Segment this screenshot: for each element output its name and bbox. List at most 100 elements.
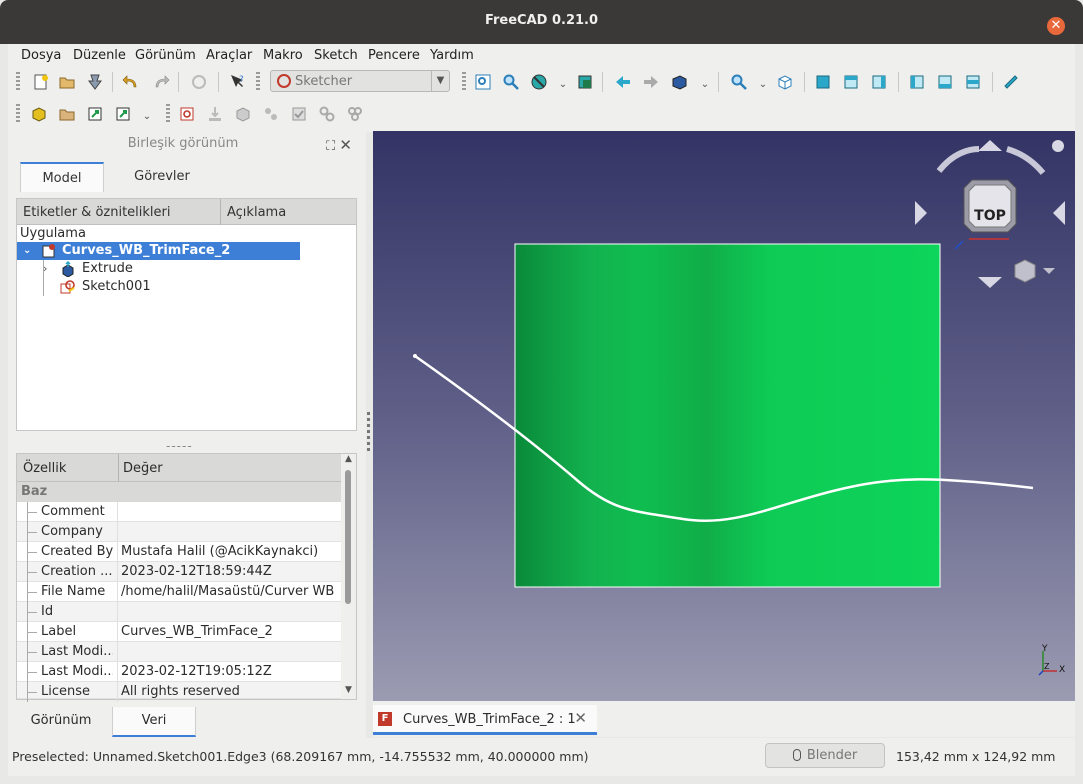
validate-sketch-icon[interactable] — [290, 105, 308, 123]
tree-item-sketch[interactable]: Sketch001 — [17, 278, 317, 296]
toolbar-grip[interactable] — [16, 72, 20, 92]
menu-dot-icon[interactable] — [1052, 140, 1064, 152]
property-row[interactable]: Company — [17, 522, 341, 542]
navigation-style-button[interactable]: Blender — [765, 743, 885, 768]
rotate-right-icon[interactable] — [1006, 146, 1046, 175]
property-col-value[interactable]: Değer — [123, 461, 163, 476]
tab-tasks[interactable]: Görevler — [108, 162, 216, 192]
tree-item-extrude[interactable]: › Extrude — [17, 260, 317, 278]
close-icon[interactable]: ✕ — [1047, 17, 1065, 35]
float-panel-icon[interactable]: ⛶ — [326, 139, 335, 154]
merge-sketch-icon[interactable] — [318, 105, 336, 123]
scroll-up-icon[interactable]: ▲ — [341, 454, 356, 468]
arrow-down-icon[interactable] — [978, 277, 1002, 288]
property-row[interactable]: Creation ... 2023-02-12T18:59:44Z — [17, 562, 341, 582]
menu-duzenle[interactable]: Düzenle — [73, 48, 126, 63]
menu-yardim[interactable]: Yardım — [430, 48, 474, 63]
panel-splitter[interactable]: ----- — [166, 439, 193, 453]
toolbar-grip[interactable] — [462, 72, 466, 92]
view-rear-icon[interactable] — [908, 73, 926, 91]
open-folder-icon[interactable] — [58, 73, 76, 91]
property-row[interactable]: Comment — [17, 502, 341, 522]
arrow-right-icon[interactable] — [642, 73, 660, 91]
zoom-icon[interactable] — [730, 73, 748, 91]
document-tab[interactable]: F Curves_WB_TrimFace_2 : 1 ✕ — [373, 705, 597, 735]
tree-col-description[interactable]: Açıklama — [227, 205, 286, 220]
property-row[interactable]: Id — [17, 602, 341, 622]
refresh-icon[interactable] — [190, 73, 208, 91]
menu-araclar[interactable]: Araçlar — [206, 48, 252, 63]
new-document-icon[interactable] — [32, 73, 50, 91]
close-tab-icon[interactable]: ✕ — [574, 709, 587, 727]
toolbar-grip[interactable] — [16, 104, 20, 124]
tree-item-document[interactable]: ⌄ Curves_WB_TrimFace_2 — [17, 242, 300, 260]
scrollbar-thumb[interactable] — [345, 470, 351, 604]
chevron-down-icon[interactable]: ⌄ — [138, 108, 156, 126]
mirror-sketch-icon[interactable] — [346, 105, 364, 123]
property-row[interactable]: Created By Mustafa Halil (@AcikKaynakci) — [17, 542, 341, 562]
arrow-left-icon[interactable] — [915, 201, 927, 225]
3d-scene[interactable]: TOP Y X Z — [373, 131, 1075, 701]
arrow-right-icon[interactable] — [1053, 201, 1065, 225]
menu-gorunum[interactable]: Görünüm — [135, 48, 196, 63]
3d-viewport[interactable]: TOP Y X Z — [373, 131, 1075, 701]
bounding-box-icon[interactable] — [576, 73, 594, 91]
edit-sketch-icon[interactable] — [206, 105, 224, 123]
menu-pencere[interactable]: Pencere — [368, 48, 420, 63]
navcube-face-label[interactable]: TOP — [974, 208, 1006, 224]
close-panel-icon[interactable]: ✕ — [339, 136, 352, 154]
whats-this-icon[interactable]: ? — [228, 73, 246, 91]
arrow-left-icon[interactable] — [614, 73, 632, 91]
property-col-name[interactable]: Özellik — [23, 461, 66, 476]
property-row[interactable]: File Name/home/halil/Masaüstü/Curver WB … — [17, 582, 341, 602]
tab-view[interactable]: Görünüm — [11, 707, 111, 737]
view-front-icon[interactable] — [814, 73, 832, 91]
tree-col-labels[interactable]: Etiketler & öznitelikleri — [23, 205, 170, 220]
menu-sketch[interactable]: Sketch — [314, 48, 358, 63]
view-bottom-icon[interactable] — [936, 73, 954, 91]
property-row[interactable]: Last Modi... — [17, 642, 341, 662]
chevron-right-icon[interactable]: › — [43, 260, 47, 278]
measure-icon[interactable] — [1002, 73, 1020, 91]
chevron-down-icon[interactable] — [1043, 268, 1055, 274]
chevron-down-icon[interactable]: ⌄ — [554, 76, 572, 94]
tab-data[interactable]: Veri — [112, 707, 196, 737]
toolbar-grip[interactable] — [166, 104, 170, 124]
property-row[interactable]: License All rights reserved — [17, 682, 341, 702]
part-icon[interactable] — [30, 105, 48, 123]
new-sketch-icon[interactable] — [178, 105, 196, 123]
property-scrollbar[interactable]: ▲ ▼ — [341, 454, 356, 699]
group-folder-icon[interactable] — [58, 105, 76, 123]
chevron-down-icon[interactable]: ⌄ — [23, 242, 31, 260]
chevron-down-icon[interactable]: ▼ — [431, 71, 449, 91]
view-right-icon[interactable] — [870, 73, 888, 91]
chevron-down-icon[interactable]: ⌄ — [754, 76, 772, 94]
rotate-left-icon[interactable] — [936, 146, 980, 173]
link-icon[interactable] — [86, 105, 104, 123]
draw-style-icon[interactable] — [530, 73, 548, 91]
reorient-sketch-icon[interactable] — [262, 105, 280, 123]
view-menu-cube-icon[interactable] — [1014, 259, 1036, 283]
redo-icon[interactable] — [152, 73, 170, 91]
save-icon[interactable] — [86, 73, 104, 91]
arrow-up-icon[interactable] — [978, 140, 1002, 151]
curve-endpoint[interactable] — [413, 354, 417, 358]
map-sketch-icon[interactable] — [234, 105, 252, 123]
view-left-icon[interactable] — [964, 73, 982, 91]
scroll-down-icon[interactable]: ▼ — [341, 685, 356, 699]
tab-model[interactable]: Model — [20, 162, 104, 192]
link-actions-icon[interactable] — [114, 105, 132, 123]
isometric-view-icon[interactable] — [776, 73, 794, 91]
property-row[interactable]: Label Curves_WB_TrimFace_2 — [17, 622, 341, 642]
undo-icon[interactable] — [122, 73, 140, 91]
view-top-icon[interactable] — [842, 73, 860, 91]
menu-makro[interactable]: Makro — [263, 48, 303, 63]
fit-all-icon[interactable] — [474, 73, 492, 91]
fit-selection-icon[interactable] — [502, 73, 520, 91]
property-row[interactable]: Last Modi... 2023-02-12T19:05:12Z — [17, 662, 341, 682]
trimmed-face[interactable] — [514, 243, 941, 588]
toolbar-grip[interactable] — [256, 72, 260, 92]
std-views-icon[interactable] — [670, 73, 688, 91]
workbench-selector[interactable]: Sketcher ▼ — [270, 70, 450, 92]
property-group[interactable]: Baz — [17, 482, 341, 502]
